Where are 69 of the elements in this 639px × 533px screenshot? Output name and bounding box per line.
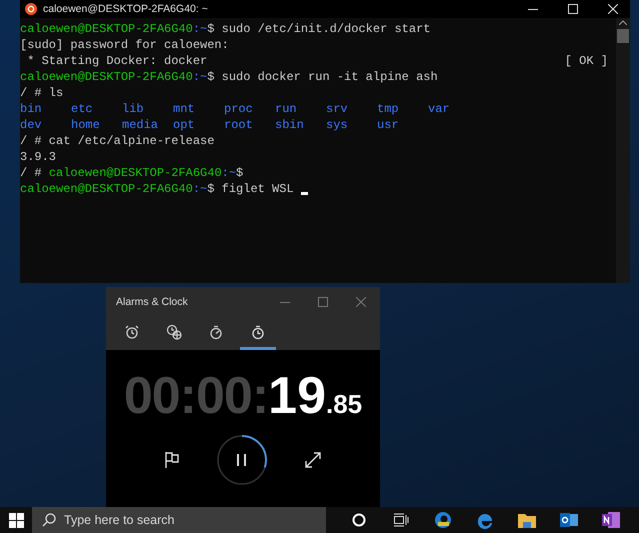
notebook-icon (601, 511, 621, 529)
text-cursor (300, 192, 308, 195)
directory-name: sbin (275, 117, 305, 133)
terminal-text: / # ls (20, 85, 64, 101)
directory-name: sys (326, 117, 349, 133)
prompt-host: caloewen@DESKTOP-2FA6G40 (48, 165, 222, 181)
world-clock-icon (166, 324, 182, 340)
directory-name: run (275, 101, 298, 117)
maximize-icon (318, 297, 328, 307)
terminal-text: / # (20, 165, 43, 181)
terminal-text: $ sudo /etc/init.d/docker start (207, 21, 430, 37)
directory-name: usr (377, 117, 400, 133)
app-logo-icon (25, 3, 37, 15)
directory-name: var (428, 101, 451, 117)
minimize-icon (528, 8, 538, 10)
prompt-host: caloewen@DESKTOP-2FA6G40 (20, 181, 193, 197)
search-icon (42, 513, 56, 527)
terminal-text: $ (236, 165, 244, 181)
close-icon (356, 297, 366, 307)
expand-button[interactable] (304, 451, 322, 469)
prompt-path: :~ (192, 181, 208, 197)
task-view-icon (393, 513, 409, 527)
circle-icon (352, 513, 366, 527)
terminal-text: * Starting Docker: docker (26, 53, 208, 69)
scroll-up-icon[interactable] (619, 20, 627, 25)
prompt-path: :~ (222, 165, 236, 181)
directory-name: proc (224, 101, 254, 117)
folder-icon (517, 511, 537, 529)
status-text: [ OK ] (564, 53, 608, 69)
stopwatch-icon (251, 324, 265, 340)
expand-icon (304, 451, 322, 469)
lap-button[interactable] (164, 451, 180, 469)
window-title: Alarms & Clock (116, 296, 189, 308)
terminal-text: $ figlet WSL (207, 181, 295, 197)
prompt-path: :~ (192, 69, 208, 85)
maximize-icon (568, 4, 578, 14)
directory-name: home (71, 117, 101, 133)
directory-name: etc (71, 101, 94, 117)
directory-name: dev (20, 117, 43, 133)
hundredths-value: .85 (326, 389, 362, 420)
directory-name: root (224, 117, 254, 133)
mail-app-icon (559, 511, 579, 529)
browser-icon (433, 510, 453, 530)
terminal-text: $ sudo docker run -it alpine ash (207, 69, 438, 85)
pause-icon (237, 454, 246, 466)
alarm-clock-icon (125, 325, 139, 339)
search-bar[interactable]: Type here to search (32, 507, 326, 533)
window-title: caloewen@DESKTOP-2FA6G40: ~ (43, 3, 209, 15)
timer-icon (209, 324, 223, 340)
prompt-host: caloewen@DESKTOP-2FA6G40 (20, 69, 193, 85)
directory-name: bin (20, 101, 43, 117)
scrollbar[interactable] (616, 18, 630, 283)
directory-name: lib (122, 101, 145, 117)
elapsed-time: 00:00: (124, 366, 268, 426)
prompt-host: caloewen@DESKTOP-2FA6G40 (20, 21, 193, 37)
directory-name: media (122, 117, 160, 133)
directory-name: tmp (377, 101, 400, 117)
flag-icon (164, 451, 180, 469)
terminal-text: / # cat /etc/alpine-release (20, 133, 214, 149)
directory-name: mnt (173, 101, 196, 117)
directory-name: srv (326, 101, 349, 117)
directory-name: opt (173, 117, 196, 133)
windows-icon (8, 512, 24, 528)
terminal-text: 3.9.3 (20, 149, 56, 165)
prompt-path: :~ (192, 21, 208, 37)
terminal-text: [sudo] password for caloewen: (20, 37, 229, 53)
scroll-thumb[interactable] (617, 29, 629, 43)
close-icon (608, 4, 618, 14)
seconds-value: 19 (268, 366, 326, 426)
